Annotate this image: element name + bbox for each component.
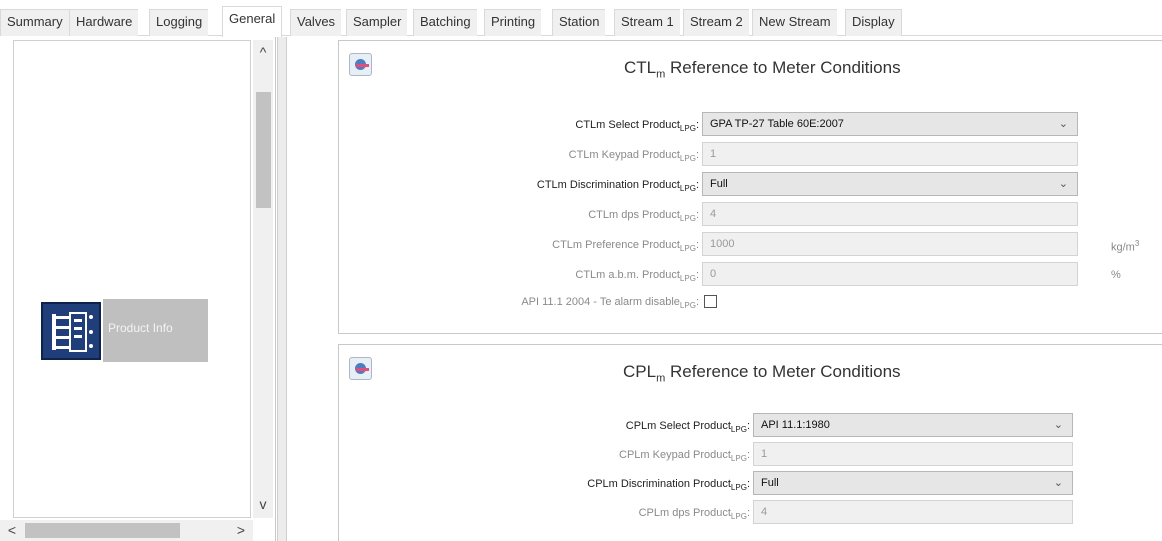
cpl-title-prefix: CPL xyxy=(623,362,657,381)
cpl-section-title: CPLm Reference to Meter Conditions xyxy=(623,362,901,384)
cpl-keypad-product-suffix: LPG xyxy=(730,454,747,464)
cpl-dps-product-field[interactable]: 4 xyxy=(753,500,1073,524)
cpl-discrimination-product-label: CPLm Discrimination ProductLPG: xyxy=(587,478,750,493)
tab-batching[interactable]: Batching xyxy=(413,9,477,36)
ctl-discrimination-product-suffix: LPG xyxy=(679,184,696,194)
scroll-left-icon[interactable]: < xyxy=(2,520,22,541)
tab-general[interactable]: General xyxy=(222,6,283,37)
ctl-abm-product-label: CTLm a.b.m. ProductLPG: xyxy=(575,269,699,284)
collapse-icon[interactable] xyxy=(349,53,372,76)
cpl-select-product-suffix: LPG xyxy=(730,425,747,435)
cpl-select-product-label: CPLm Select ProductLPG: xyxy=(625,420,750,435)
tab-summary[interactable]: Summary xyxy=(0,9,69,36)
ctl-section-title: CTLm Reference to Meter Conditions xyxy=(624,58,901,80)
cpl-dps-product-label: CPLm dps ProductLPG: xyxy=(638,507,750,522)
cpl-keypad-product-field[interactable]: 1 xyxy=(753,442,1073,466)
ctl-discrimination-product-value: Full xyxy=(710,178,728,190)
ctl-select-product-value: GPA TP-27 Table 60E:2007 xyxy=(710,118,844,130)
ctl-abm-unit: % xyxy=(1111,269,1121,281)
cpl-title-rest: Reference to Meter Conditions xyxy=(665,362,901,381)
cpl-section: CPLm Reference to Meter Conditions CPLm … xyxy=(338,344,1162,541)
product-info-icon[interactable] xyxy=(41,302,101,360)
ctl-discrimination-product-text: CTLm Discrimination Product xyxy=(536,179,680,191)
ctl-abm-product-field[interactable]: 0 xyxy=(702,262,1078,286)
ctl-title-rest: Reference to Meter Conditions xyxy=(665,58,901,77)
scroll-right-icon[interactable]: > xyxy=(231,520,251,541)
api-te-alarm-checkbox[interactable] xyxy=(704,295,717,308)
cpl-dps-product-suffix: LPG xyxy=(730,512,747,522)
ctl-discrimination-product-label: CTLm Discrimination ProductLPG: xyxy=(536,179,699,194)
api-te-alarm-suffix: LPG xyxy=(679,301,696,311)
cpl-select-product-value: API 11.1:1980 xyxy=(761,419,830,431)
ctl-abm-product-text: CTLm a.b.m. Product xyxy=(575,269,680,281)
circuit-icon xyxy=(52,312,93,352)
product-info-item[interactable]: Product Info xyxy=(103,299,208,362)
ctl-select-product-suffix: LPG xyxy=(679,124,696,134)
ctl-keypad-product-label: CTLm Keypad ProductLPG: xyxy=(568,149,699,164)
ctl-dps-product-field[interactable]: 4 xyxy=(702,202,1078,226)
ctl-preference-unit-sup: 3 xyxy=(1134,239,1140,248)
api-te-alarm-label: API 11.1 2004 - Te alarm disableLPG: xyxy=(521,296,699,311)
tab-valves[interactable]: Valves xyxy=(290,9,342,36)
ctl-title-sub: m xyxy=(656,68,666,81)
ctl-discrimination-product-dropdown[interactable]: Full ⌄ xyxy=(702,172,1078,196)
scroll-up-icon[interactable]: ^ xyxy=(253,44,273,60)
horizontal-scroll-thumb[interactable] xyxy=(25,523,180,538)
ctl-preference-product-field[interactable]: 1000 xyxy=(702,232,1078,256)
cpl-dps-product-text: CPLm dps Product xyxy=(638,507,731,519)
chevron-down-icon: ⌄ xyxy=(1058,118,1068,130)
collapse-icon[interactable] xyxy=(349,357,372,380)
ctl-abm-product-suffix: LPG xyxy=(679,274,696,284)
ctl-preference-unit-text: kg/m xyxy=(1111,241,1135,254)
tab-stream-1[interactable]: Stream 1 xyxy=(614,9,680,36)
tab-hardware[interactable]: Hardware xyxy=(69,9,139,36)
ctl-dps-product-text: CTLm dps Product xyxy=(588,209,680,221)
ctl-preference-unit: kg/m3 xyxy=(1111,239,1139,254)
tab-new-stream[interactable]: New Stream xyxy=(752,9,837,36)
ctl-preference-product-text: CTLm Preference Product xyxy=(552,239,680,251)
tab-sampler[interactable]: Sampler xyxy=(346,9,408,36)
chevron-down-icon: ⌄ xyxy=(1058,178,1068,190)
cpl-discrimination-product-suffix: LPG xyxy=(730,483,747,493)
horizontal-scrollbar[interactable]: < > xyxy=(0,520,253,541)
tab-stream-2[interactable]: Stream 2 xyxy=(683,9,749,36)
content-gutter xyxy=(288,37,338,541)
ctl-select-product-dropdown[interactable]: GPA TP-27 Table 60E:2007 ⌄ xyxy=(702,112,1078,136)
tab-station[interactable]: Station xyxy=(552,9,606,36)
product-info-label: Product Info xyxy=(108,321,173,335)
left-panel: Product Info ^ v < > xyxy=(0,37,276,541)
cpl-keypad-product-label: CPLm Keypad ProductLPG: xyxy=(619,449,750,464)
tab-logging[interactable]: Logging xyxy=(149,9,209,36)
vertical-scroll-thumb[interactable] xyxy=(256,92,271,208)
ctl-section: CTLm Reference to Meter Conditions CTLm … xyxy=(338,40,1162,334)
api-te-alarm-text: API 11.1 2004 - Te alarm disable xyxy=(521,296,680,308)
ctl-dps-product-label: CTLm dps ProductLPG: xyxy=(588,209,699,224)
ctl-keypad-product-field[interactable]: 1 xyxy=(702,142,1078,166)
chevron-down-icon: ⌄ xyxy=(1053,477,1063,489)
tab-display[interactable]: Display xyxy=(845,9,902,36)
ctl-preference-product-label: CTLm Preference ProductLPG: xyxy=(552,239,699,254)
cpl-title-sub: m xyxy=(656,372,666,385)
scroll-down-icon[interactable]: v xyxy=(253,496,273,512)
chevron-down-icon: ⌄ xyxy=(1053,419,1063,431)
cpl-discrimination-product-dropdown[interactable]: Full ⌄ xyxy=(753,471,1073,495)
panel-splitter[interactable] xyxy=(277,37,287,541)
ctl-keypad-product-text: CTLm Keypad Product xyxy=(568,149,680,161)
ctl-select-product-label: CTLm Select ProductLPG: xyxy=(575,119,699,134)
cpl-discrimination-product-value: Full xyxy=(761,477,779,489)
cpl-keypad-product-text: CPLm Keypad Product xyxy=(619,449,731,461)
ctl-keypad-product-suffix: LPG xyxy=(679,154,696,164)
tab-bar: Summary Hardware Logging General Valves … xyxy=(0,0,1162,37)
ctl-dps-product-suffix: LPG xyxy=(679,214,696,224)
ctl-title-prefix: CTL xyxy=(624,58,657,77)
vertical-scrollbar[interactable]: ^ v xyxy=(253,40,273,518)
cpl-discrimination-product-text: CPLm Discrimination Product xyxy=(587,478,731,490)
nav-list: Product Info xyxy=(13,40,251,518)
ctl-preference-product-suffix: LPG xyxy=(679,244,696,254)
ctl-select-product-text: CTLm Select Product xyxy=(575,119,680,131)
tab-printing[interactable]: Printing xyxy=(484,9,542,36)
cpl-select-product-dropdown[interactable]: API 11.1:1980 ⌄ xyxy=(753,413,1073,437)
cpl-select-product-text: CPLm Select Product xyxy=(625,420,731,432)
